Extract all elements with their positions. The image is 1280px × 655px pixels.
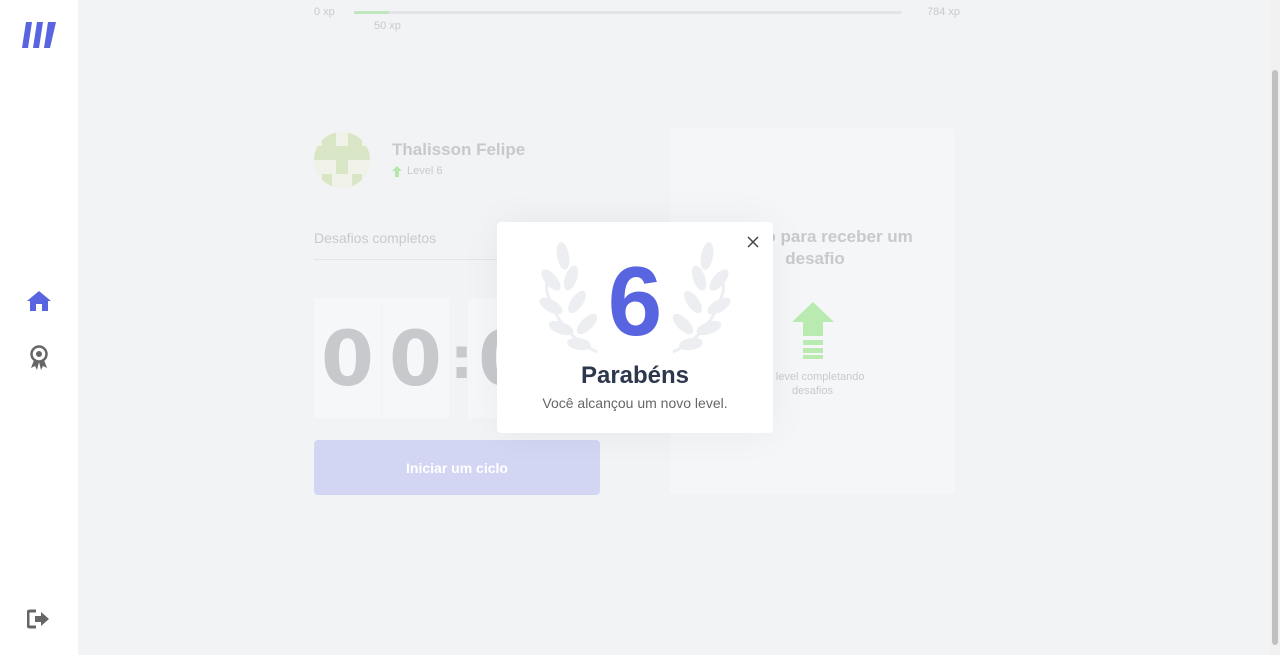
start-cycle-button[interactable]: Iniciar um ciclo (314, 440, 600, 495)
xp-track (354, 11, 902, 14)
new-level-number: 6 (607, 246, 663, 356)
level-up-icon (392, 165, 402, 177)
countdown-minute-tens: 0 (314, 298, 381, 418)
scrollbar-thumb[interactable] (1272, 70, 1278, 645)
nav-award[interactable] (24, 343, 54, 373)
logout-icon (27, 609, 49, 629)
logout-button[interactable] (24, 604, 54, 634)
nav-home[interactable] (24, 286, 54, 316)
profile: Thalisson Felipe Level 6 (314, 130, 644, 190)
award-icon (30, 345, 48, 370)
avatar (314, 132, 370, 188)
xp-fill (354, 11, 390, 14)
countdown: 0 0 : 0 (314, 298, 505, 418)
user-name: Thalisson Felipe (392, 140, 526, 159)
home-icon (27, 291, 51, 311)
sidebar (0, 0, 78, 655)
xp-start-label: 0 xp (314, 6, 335, 18)
xp-end-label: 784 xp (926, 6, 960, 18)
modal-message: Você alcançou um novo level. (542, 395, 728, 411)
user-level: Level 6 (392, 165, 442, 177)
completed-challenges-label: Desafios completos (314, 230, 437, 246)
modal-title: Parabéns (580, 362, 690, 389)
level-up-arrow-icon (792, 302, 834, 359)
countdown-separator: : (450, 324, 474, 392)
level-up-modal: 6 Parabéns Você alcançou um novo level. (497, 222, 773, 433)
xp-current-label: 50 xp (374, 20, 401, 32)
app-logo (22, 22, 56, 48)
page-scrollbar[interactable] (1270, 0, 1280, 655)
countdown-minute-ones: 0 (382, 298, 449, 418)
experience-bar: 0 xp 50 xp 784 xp (314, 4, 960, 34)
user-level-label: Level 6 (407, 165, 443, 177)
